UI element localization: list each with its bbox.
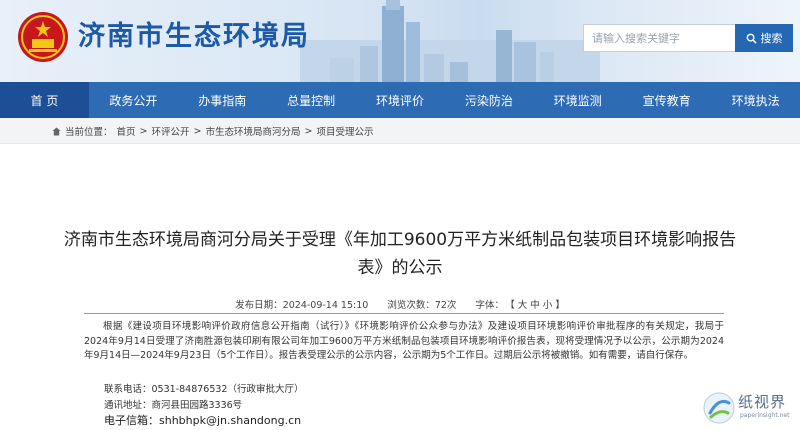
watermark-text: 纸视界	[738, 393, 787, 411]
national-emblem-icon	[18, 12, 68, 62]
main-nav: 首 页 政务公开 办事指南 总量控制 环境评价 污染防治 环境监测 宣传教育 环…	[0, 82, 800, 118]
contact-address: 通讯地址：商河县田园路3336号	[104, 400, 243, 411]
contact-phone: 联系电话：0531-84876532（行政审批大厅）	[104, 384, 304, 395]
watermark: 纸视界 paperinsight.net	[702, 388, 798, 428]
meta-divider	[84, 313, 724, 314]
search-button[interactable]: 搜索	[735, 24, 793, 52]
home-icon	[52, 126, 61, 136]
nav-item-environmental-assessment[interactable]: 环境评价	[356, 82, 445, 118]
nav-item-government-affairs[interactable]: 政务公开	[89, 82, 178, 118]
breadcrumb-separator: >	[139, 125, 148, 137]
breadcrumb: 当前位置： 首页 > 环评公开 > 市生态环境局商河分局 > 项目受理公示	[52, 124, 373, 138]
search-icon	[746, 33, 757, 44]
publish-date: 发布日期：2024-09-14 15:10	[235, 300, 368, 311]
search-button-label: 搜索	[760, 32, 783, 45]
views-label: 浏览次数：	[387, 300, 435, 311]
search-input[interactable]	[583, 24, 735, 52]
breadcrumb-home-link[interactable]: 首页	[117, 124, 136, 138]
views-value: 72次	[434, 300, 457, 311]
nav-item-pollution-control[interactable]: 污染防治	[444, 82, 533, 118]
nav-item-environmental-monitoring[interactable]: 环境监测	[533, 82, 622, 118]
breadcrumb-branch-link[interactable]: 市生态环境局商河分局	[205, 124, 300, 138]
article-title: 济南市生态环境局商河分局关于受理《年加工9600万平方米纸制品包装项目环境影响报…	[63, 230, 737, 278]
site-title: 济南市生态环境局	[78, 21, 310, 52]
breadcrumb-bar: 当前位置： 首页 > 环评公开 > 市生态环境局商河分局 > 项目受理公示	[0, 118, 800, 144]
nav-item-home[interactable]: 首 页	[0, 82, 89, 118]
contact-email: 电子信箱：shhbhpk@jn.shandong.cn	[104, 414, 302, 427]
publish-date-value: 2024-09-14 15:10	[282, 300, 369, 311]
publish-label: 发布日期：	[235, 300, 283, 311]
nav-item-total-control[interactable]: 总量控制	[267, 82, 356, 118]
nav-item-service-guide[interactable]: 办事指南	[178, 82, 267, 118]
paperinsight-logo-icon	[703, 392, 735, 424]
nav-item-publicity-education[interactable]: 宣传教育	[622, 82, 711, 118]
breadcrumb-eia-link[interactable]: 环评公开	[152, 124, 190, 138]
view-count: 浏览次数：72次	[387, 300, 456, 311]
nav-item-law-enforcement[interactable]: 环境执法	[711, 82, 800, 118]
watermark-subtext: paperinsight.net	[740, 412, 790, 419]
font-label: 字体：	[475, 300, 504, 311]
font-size-control: 字体： 【 大 中 小 】	[475, 300, 564, 311]
breadcrumb-prefix: 当前位置：	[65, 127, 113, 138]
article-meta: 发布日期：2024-09-14 15:10 浏览次数：72次 字体： 【 大 中 …	[0, 297, 800, 311]
site-header: 济南市生态环境局 搜索	[0, 0, 800, 82]
breadcrumb-current-link[interactable]: 项目受理公示	[316, 124, 373, 138]
article-body: 根据《建设项目环境影响评价政府信息公开指南（试行）》《环境影响评价公众参与办法》…	[84, 321, 724, 361]
breadcrumb-separator: >	[304, 125, 313, 137]
city-skyline-banner	[300, 0, 600, 82]
font-size-options[interactable]: 【 大 中 小 】	[510, 300, 565, 311]
breadcrumb-separator: >	[193, 125, 202, 137]
